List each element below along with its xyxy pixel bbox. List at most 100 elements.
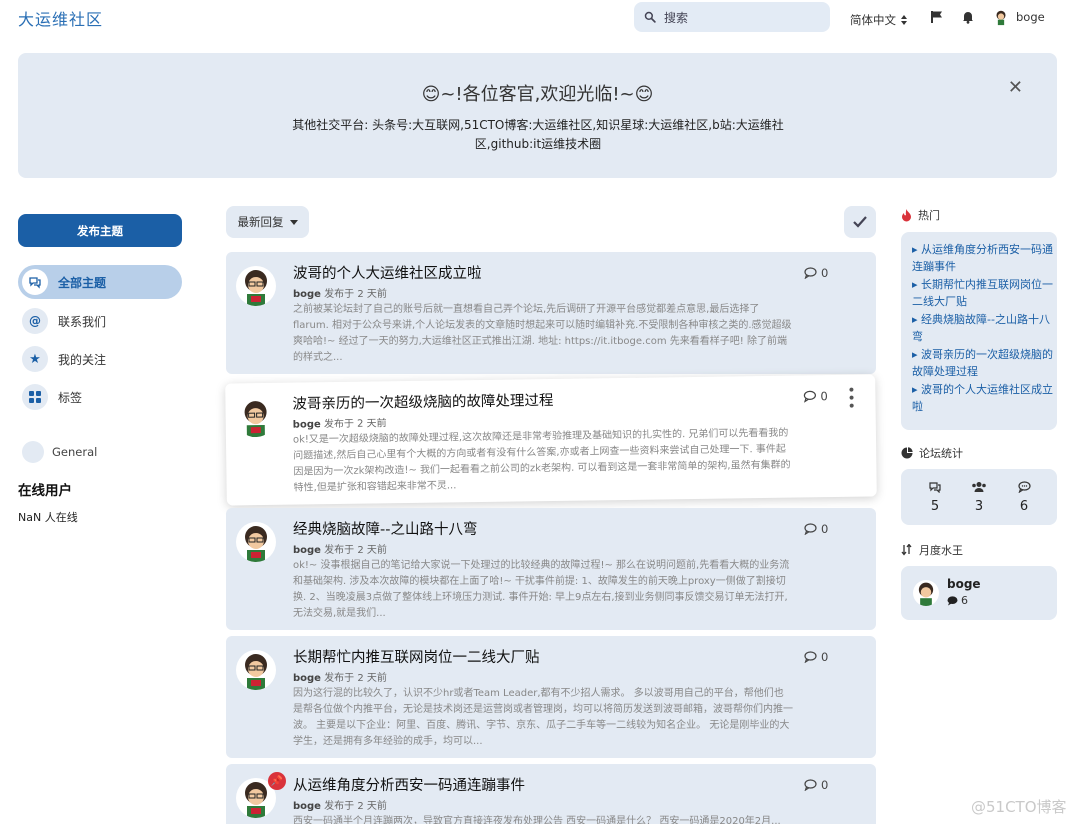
top-poster-title-label: 月度水王 <box>919 544 963 557</box>
mark-all-read-button[interactable] <box>844 206 876 238</box>
check-icon <box>853 216 867 228</box>
comment-icon <box>804 779 817 791</box>
pin-icon: 📌 <box>268 772 286 790</box>
discussion-title[interactable]: 波哥的个人大运维社区成立啦 <box>293 262 482 283</box>
hot-topic-link[interactable]: ▸ 经典烧脑故障--之山路十八弯 <box>912 311 1054 345</box>
author-name[interactable]: boge <box>293 801 321 812</box>
top-poster-card[interactable]: boge 6 <box>901 566 1057 620</box>
discussion-meta: boge 发布于 2 天前 <box>293 414 387 430</box>
fire-icon <box>902 208 911 221</box>
sort-desc-icon <box>901 544 912 556</box>
discussion-item[interactable]: 长期帮忙内推互联网岗位一二线大厂贴 boge 发布于 2 天前 因为这行混的比较… <box>226 636 876 758</box>
top-poster-count: 6 <box>947 594 968 607</box>
flag-icon[interactable] <box>930 10 944 24</box>
sidebar-item-label: 联系我们 <box>58 314 107 329</box>
sidebar-item-label: 全部主题 <box>58 275 107 290</box>
search-input[interactable]: 搜索 <box>634 2 830 32</box>
hot-title-label: 热门 <box>918 209 940 222</box>
stat-posts-value: 6 <box>1019 499 1029 514</box>
comment-icon <box>947 595 958 605</box>
close-icon[interactable]: ✕ <box>1008 77 1023 98</box>
stat-posts: 6 <box>1004 481 1044 514</box>
discussion-title[interactable]: 波哥亲历的一次超级烧脑的故障处理过程 <box>292 389 553 414</box>
stats-title-label: 论坛统计 <box>919 447 963 460</box>
new-topic-button[interactable]: 发布主题 <box>18 214 182 247</box>
top-poster-name[interactable]: boge <box>947 577 981 591</box>
online-users-title: 在线用户 <box>18 483 72 499</box>
discussion-item[interactable]: 波哥亲历的一次超级烧脑的故障处理过程 boge 发布于 2 天前 ok!又是一次… <box>225 374 877 506</box>
hot-topic-link[interactable]: ▸ 波哥亲历的一次超级烧脑的故障处理过程 <box>912 346 1054 380</box>
hot-topic-label: 从运维角度分析西安一码通连蹦事件 <box>912 243 1054 273</box>
reply-count: 0 <box>803 389 828 403</box>
sort-label: 最新回复 <box>237 215 284 229</box>
discussion-title[interactable]: 经典烧脑故障--之山路十八弯 <box>293 518 477 539</box>
author-name[interactable]: boge <box>293 419 321 430</box>
users-icon <box>972 482 986 492</box>
avatar <box>992 8 1010 26</box>
hot-topic-link[interactable]: ▸ 波哥的个人大运维社区成立啦 <box>912 381 1054 415</box>
reply-count-value: 0 <box>821 522 829 536</box>
forum-stats: 5 3 6 <box>901 469 1057 525</box>
post-time: 发布于 2 天前 <box>320 801 387 812</box>
sidebar-item-label: 标签 <box>58 390 83 405</box>
hot-topic-link[interactable]: ▸ 从运维角度分析西安一码通连蹦事件 <box>912 241 1054 275</box>
discussion-excerpt: 之前被某论坛封了自己的账号后就一直想看自己弄个论坛,先后调研了开源平台感觉都差点… <box>293 304 792 363</box>
language-label: 简体中文 <box>850 13 896 27</box>
discussion-item[interactable]: 波哥的个人大运维社区成立啦 boge 发布于 2 天前 之前被某论坛封了自己的账… <box>226 252 876 374</box>
tag-general[interactable]: General <box>52 445 97 459</box>
search-placeholder: 搜索 <box>664 10 689 25</box>
post-time: 发布于 2 天前 <box>320 418 387 431</box>
caret-down-icon <box>289 219 298 225</box>
sidebar-item-all-topics[interactable]: 全部主题 <box>18 265 182 299</box>
discussion-item[interactable]: 📌 从运维角度分析西安一码通连蹦事件 boge 发布于 2 天前 西安一码通半个… <box>226 764 876 824</box>
reply-count-value: 0 <box>820 389 828 404</box>
discussion-excerpt: 西安一码通半个月连蹦两次，导致官方直接连夜发布处理公告 西安一码通是什么？ 西安… <box>293 816 781 824</box>
comment-icon <box>804 267 817 279</box>
site-title[interactable]: 大运维社区 <box>18 6 103 30</box>
discussion-meta: boge 发布于 2 天前 <box>293 541 387 556</box>
reply-count-value: 0 <box>821 266 829 280</box>
avatar[interactable] <box>236 266 276 306</box>
top-header: 大运维社区 搜索 简体中文 boge <box>0 0 1080 40</box>
hot-section-title: 热门 <box>901 207 940 223</box>
author-name[interactable]: boge <box>293 545 321 556</box>
discussion-meta: boge 发布于 2 天前 <box>293 797 387 812</box>
discussion-title[interactable]: 长期帮忙内推互联网岗位一二线大厂贴 <box>293 646 540 667</box>
author-name[interactable]: boge <box>293 673 321 684</box>
post-time: 发布于 2 天前 <box>320 545 387 556</box>
reply-count-value: 0 <box>821 650 829 664</box>
avatar[interactable] <box>913 580 939 606</box>
tag-color-dot[interactable] <box>22 441 44 463</box>
chat-icon <box>929 482 941 493</box>
user-menu[interactable]: boge <box>992 8 1045 26</box>
hot-topic-link[interactable]: ▸ 长期帮忙内推互联网岗位一二线大厂贴 <box>912 276 1054 310</box>
sort-arrows-icon <box>901 15 907 25</box>
comment-icon <box>804 651 817 663</box>
more-options-icon[interactable]: • • • <box>847 383 856 415</box>
sort-dropdown[interactable]: 最新回复 <box>226 206 309 238</box>
comment-icon <box>803 390 817 403</box>
avatar[interactable] <box>235 396 276 438</box>
stat-users-value: 3 <box>974 499 984 514</box>
avatar[interactable] <box>236 650 276 690</box>
discussion-excerpt: ok!又是一次超级烧脑的故障处理过程,这次故障还是非常考验推理及基础知识的扎实性… <box>292 427 791 494</box>
sidebar-item-following[interactable]: ★ 我的关注 <box>18 342 182 376</box>
discussion-excerpt: 因为这行混的比较久了，认识不少hr或者Team Leader,都有不少招人需求。… <box>293 688 793 747</box>
top-poster-section-title: 月度水王 <box>901 542 963 558</box>
avatar[interactable] <box>236 522 276 562</box>
discussion-title[interactable]: 从运维角度分析西安一码通连蹦事件 <box>293 774 525 795</box>
comment-dots-icon <box>1017 481 1031 493</box>
language-select[interactable]: 简体中文 <box>850 12 908 28</box>
author-name[interactable]: boge <box>293 289 321 300</box>
search-icon <box>644 11 656 23</box>
sidebar-item-tags[interactable]: 标签 <box>18 380 182 414</box>
sidebar-item-contact[interactable]: @ 联系我们 <box>18 304 182 338</box>
reply-count: 0 <box>804 778 828 792</box>
grid-icon <box>22 384 48 410</box>
bell-icon[interactable] <box>961 10 975 24</box>
hot-topic-label: 长期帮忙内推互联网岗位一二线大厂贴 <box>912 278 1054 308</box>
hot-topic-label: 波哥亲历的一次超级烧脑的故障处理过程 <box>912 348 1054 378</box>
stat-discussions: 5 <box>915 481 955 514</box>
reply-count: 0 <box>804 650 828 664</box>
discussion-item[interactable]: 经典烧脑故障--之山路十八弯 boge 发布于 2 天前 ok!~ 没事根据自己… <box>226 508 876 630</box>
